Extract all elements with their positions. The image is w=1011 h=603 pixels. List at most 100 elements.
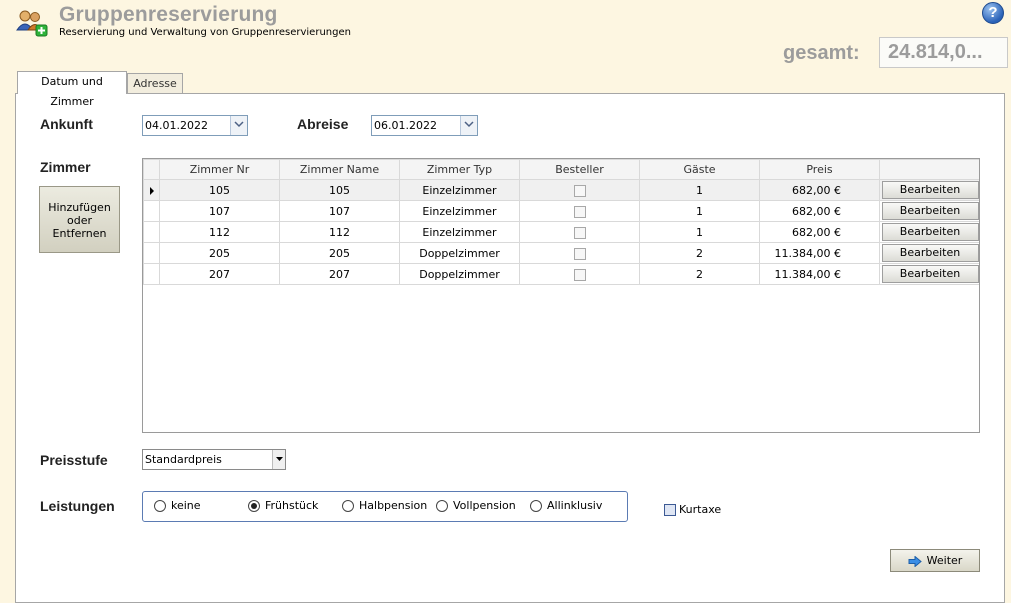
- page-title: Gruppenreservierung: [59, 3, 278, 26]
- cell-preis: 682,00 €: [759, 200, 880, 222]
- departure-date-value: 06.01.2022: [374, 119, 437, 132]
- row-indicator: [143, 179, 160, 201]
- radio-allinklusiv-dot[interactable]: [530, 500, 542, 512]
- cell-gaeste: 2: [639, 242, 760, 264]
- besteller-checkbox[interactable]: [573, 247, 586, 260]
- cell-preis: 11.384,00 €: [759, 263, 880, 285]
- besteller-checkbox[interactable]: [573, 268, 586, 281]
- edit-button[interactable]: Bearbeiten: [881, 223, 979, 241]
- kurtaxe-checkbox-box[interactable]: [664, 504, 676, 516]
- cell-zimmer-name: 207: [279, 263, 400, 285]
- radio-keine-dot[interactable]: [154, 500, 166, 512]
- current-row-arrow-icon: [149, 186, 154, 195]
- col-gaeste[interactable]: Gäste: [639, 159, 760, 180]
- table-row[interactable]: 105 105 Einzelzimmer 1 682,00 € Bearbeit…: [143, 179, 979, 201]
- radio-halbpension[interactable]: Halbpension: [342, 499, 427, 512]
- next-button[interactable]: Weiter: [890, 549, 980, 572]
- cell-action: Bearbeiten: [879, 179, 979, 201]
- radio-fruehstueck-label: Frühstück: [265, 499, 319, 512]
- cell-preis: 11.384,00 €: [759, 242, 880, 264]
- price-level-select[interactable]: Standardpreis: [142, 449, 286, 470]
- edit-button[interactable]: Bearbeiten: [881, 202, 979, 220]
- add-remove-rooms-button[interactable]: Hinzufügen oder Entfernen: [39, 186, 120, 253]
- cell-action: Bearbeiten: [879, 263, 979, 285]
- tab-datum-und-zimmer[interactable]: Datum und Zimmer: [17, 71, 127, 108]
- page-subtitle: Reservierung und Verwaltung von Gruppenr…: [59, 27, 351, 38]
- edit-button[interactable]: Bearbeiten: [881, 244, 979, 262]
- radio-fruehstueck-dot[interactable]: [248, 500, 260, 512]
- cell-zimmer-name: 112: [279, 221, 400, 243]
- add-remove-label-1: Hinzufügen: [48, 201, 111, 214]
- chevron-down-icon[interactable]: [230, 116, 247, 135]
- help-icon[interactable]: ?: [982, 2, 1004, 24]
- cell-gaeste: 1: [639, 179, 760, 201]
- col-zimmer-nr[interactable]: Zimmer Nr: [159, 159, 280, 180]
- total-label: gesamt:: [783, 42, 860, 64]
- cell-zimmer-nr: 105: [159, 179, 280, 201]
- add-remove-label-3: Entfernen: [52, 227, 107, 240]
- cell-besteller: [519, 221, 640, 243]
- cell-besteller: [519, 242, 640, 264]
- col-zimmer-typ[interactable]: Zimmer Typ: [399, 159, 520, 180]
- services-label: Leistungen: [40, 498, 115, 514]
- departure-label: Abreise: [297, 116, 349, 132]
- besteller-checkbox[interactable]: [573, 205, 586, 218]
- radio-fruehstueck[interactable]: Frühstück: [248, 499, 318, 512]
- edit-button[interactable]: Bearbeiten: [881, 181, 979, 199]
- table-row[interactable]: 205 205 Doppelzimmer 2 11.384,00 € Bearb…: [143, 242, 979, 264]
- kurtaxe-checkbox[interactable]: Kurtaxe: [664, 503, 721, 516]
- cell-preis: 682,00 €: [759, 179, 880, 201]
- col-zimmer-name[interactable]: Zimmer Name: [279, 159, 400, 180]
- cell-zimmer-name: 107: [279, 200, 400, 222]
- arrival-date-picker[interactable]: 04.01.2022: [142, 115, 248, 136]
- radio-halbpension-label: Halbpension: [359, 499, 428, 512]
- radio-keine[interactable]: keine: [154, 499, 201, 512]
- radio-halbpension-dot[interactable]: [342, 500, 354, 512]
- row-indicator: [143, 221, 160, 243]
- cell-preis: 682,00 €: [759, 221, 880, 243]
- cell-besteller: [519, 263, 640, 285]
- cell-gaeste: 1: [639, 200, 760, 222]
- cell-zimmer-typ: Einzelzimmer: [399, 221, 520, 243]
- table-row[interactable]: 112 112 Einzelzimmer 1 682,00 € Bearbeit…: [143, 221, 979, 243]
- cell-besteller: [519, 179, 640, 201]
- cell-zimmer-nr: 207: [159, 263, 280, 285]
- radio-vollpension[interactable]: Vollpension: [436, 499, 516, 512]
- rooms-label: Zimmer: [40, 159, 91, 175]
- arrow-right-icon: [908, 554, 922, 568]
- arrival-date-value: 04.01.2022: [145, 119, 208, 132]
- kurtaxe-label: Kurtaxe: [679, 503, 722, 516]
- departure-date-picker[interactable]: 06.01.2022: [371, 115, 478, 136]
- radio-allinklusiv[interactable]: Allinklusiv: [530, 499, 602, 512]
- cell-zimmer-typ: Doppelzimmer: [399, 242, 520, 264]
- col-besteller[interactable]: Besteller: [519, 159, 640, 180]
- next-label: Weiter: [926, 554, 963, 567]
- radio-vollpension-label: Vollpension: [453, 499, 516, 512]
- cell-zimmer-typ: Einzelzimmer: [399, 200, 520, 222]
- radio-allinklusiv-label: Allinklusiv: [547, 499, 603, 512]
- row-indicator: [143, 200, 160, 222]
- radio-keine-label: keine: [171, 499, 201, 512]
- tab-adresse[interactable]: Adresse: [127, 73, 183, 95]
- row-indicator: [143, 263, 160, 285]
- radio-vollpension-dot[interactable]: [436, 500, 448, 512]
- cell-zimmer-typ: Einzelzimmer: [399, 179, 520, 201]
- besteller-checkbox[interactable]: [573, 184, 586, 197]
- total-value: 24.814,0...: [879, 37, 1008, 68]
- col-preis[interactable]: Preis: [759, 159, 880, 180]
- dropdown-arrow-icon[interactable]: [272, 450, 285, 469]
- add-remove-label-2: oder: [66, 214, 92, 227]
- cell-zimmer-name: 105: [279, 179, 400, 201]
- edit-button[interactable]: Bearbeiten: [881, 265, 979, 283]
- chevron-down-icon[interactable]: [460, 116, 477, 135]
- cell-zimmer-nr: 107: [159, 200, 280, 222]
- table-row[interactable]: 107 107 Einzelzimmer 1 682,00 € Bearbeit…: [143, 200, 979, 222]
- besteller-checkbox[interactable]: [573, 226, 586, 239]
- col-actions: [879, 159, 979, 180]
- grid-header-row: Zimmer Nr Zimmer Name Zimmer Typ Bestell…: [143, 159, 979, 180]
- price-level-label: Preisstufe: [40, 452, 108, 468]
- grid-header-indicator: [143, 159, 160, 180]
- table-row[interactable]: 207 207 Doppelzimmer 2 11.384,00 € Bearb…: [143, 263, 979, 285]
- services-radio-group: keine Frühstück Halbpension Vollpension …: [142, 491, 628, 522]
- cell-besteller: [519, 200, 640, 222]
